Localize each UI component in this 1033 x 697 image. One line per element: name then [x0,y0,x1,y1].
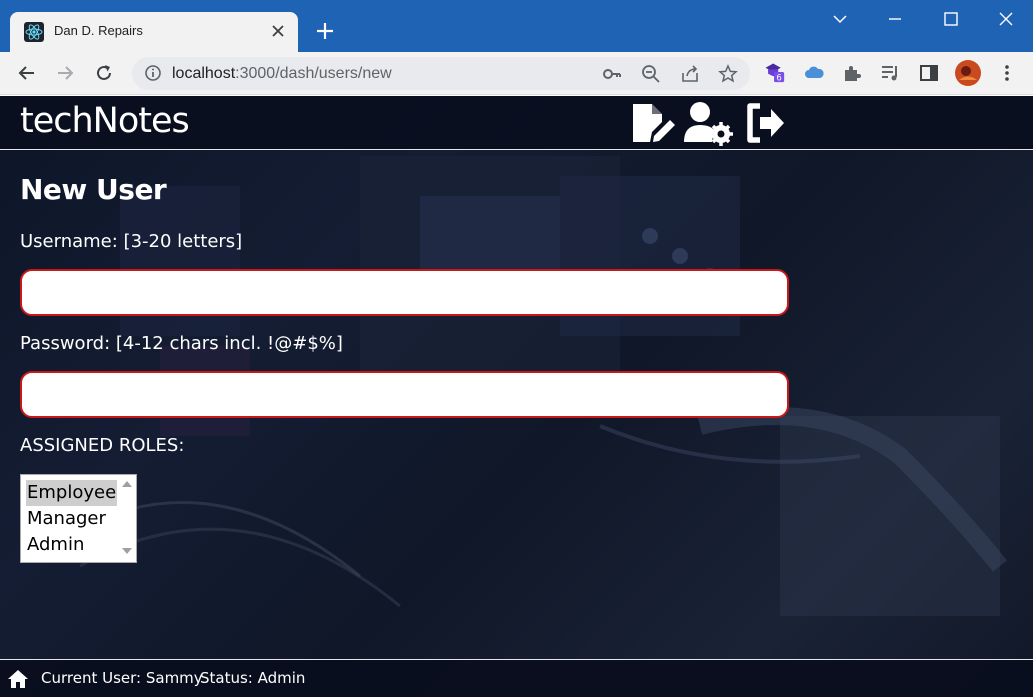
extensions-puzzle-icon[interactable] [841,62,863,84]
maximize-icon[interactable] [940,8,962,30]
url-text: localhost:3000/dash/users/new [172,65,392,83]
tab-search-icon[interactable] [829,8,851,30]
scroll-down-arrow-icon[interactable] [122,548,132,554]
username-label: Username: [3-20 letters] [20,231,243,252]
current-user-text: Current User: Sammy [41,669,203,687]
username-input[interactable] [20,269,789,316]
react-icon [24,22,44,42]
browser-tab[interactable]: Dan D. Repairs [10,12,298,52]
side-panel-icon[interactable] [918,62,940,84]
roles-label: ASSIGNED ROLES: [20,435,185,456]
roles-select[interactable]: Employee Manager Admin [20,474,137,563]
new-tab-icon[interactable] [314,20,336,42]
extension-badge-count: 6 [776,72,781,82]
key-icon[interactable] [602,64,622,84]
scroll-up-arrow-icon[interactable] [122,481,132,487]
media-controls-icon[interactable] [879,62,901,84]
sign-out-icon [747,103,784,143]
profile-avatar[interactable] [955,60,981,86]
password-input[interactable] [20,371,789,418]
address-bar[interactable]: localhost:3000/dash/users/new [132,57,750,90]
url-path: :3000/dash/users/new [235,65,392,82]
back-icon[interactable] [16,62,38,84]
browser-titlebar: Dan D. Repairs [0,0,1033,52]
url-host: localhost [172,65,236,82]
zoom-out-icon[interactable] [641,64,661,84]
bookmark-star-icon[interactable] [718,64,738,84]
home-button[interactable] [7,668,29,690]
password-label: Password: [4-12 chars incl. !@#$%] [20,333,343,354]
forward-icon[interactable] [54,62,76,84]
minimize-icon[interactable] [884,8,906,30]
cloud-icon[interactable] [803,62,825,84]
browser-toolbar: localhost:3000/dash/users/new 6 [0,52,1033,95]
home-icon [8,670,28,688]
reload-icon[interactable] [93,62,115,84]
browser-menu-icon[interactable] [996,62,1018,84]
tab-title: Dan D. Repairs [54,23,143,38]
role-option-admin[interactable]: Admin [26,532,85,558]
extension-badge-icon[interactable]: 6 [763,61,785,83]
app-viewport: techNotes New User Username: [3-20 lette… [0,96,1033,697]
role-option-manager[interactable]: Manager [26,506,107,532]
status-text: Status: Admin [200,669,306,687]
brand-title[interactable]: techNotes [20,101,190,141]
form-title: New User [20,173,167,206]
site-info-icon[interactable] [144,64,162,82]
user-gear-icon [684,102,733,146]
close-tab-icon[interactable] [268,21,288,41]
close-window-icon[interactable] [995,8,1017,30]
new-user-form: New User Username: [3-20 letters] Passwo… [0,151,1033,659]
new-user-button[interactable] [684,100,733,146]
app-header: techNotes [0,96,1033,150]
logout-button[interactable] [744,100,790,146]
new-note-button[interactable] [630,100,676,146]
app-footer: Current User: Sammy Status: Admin [0,659,1033,697]
share-icon[interactable] [680,64,700,84]
role-option-employee[interactable]: Employee [26,480,118,506]
file-pen-icon [633,104,675,142]
